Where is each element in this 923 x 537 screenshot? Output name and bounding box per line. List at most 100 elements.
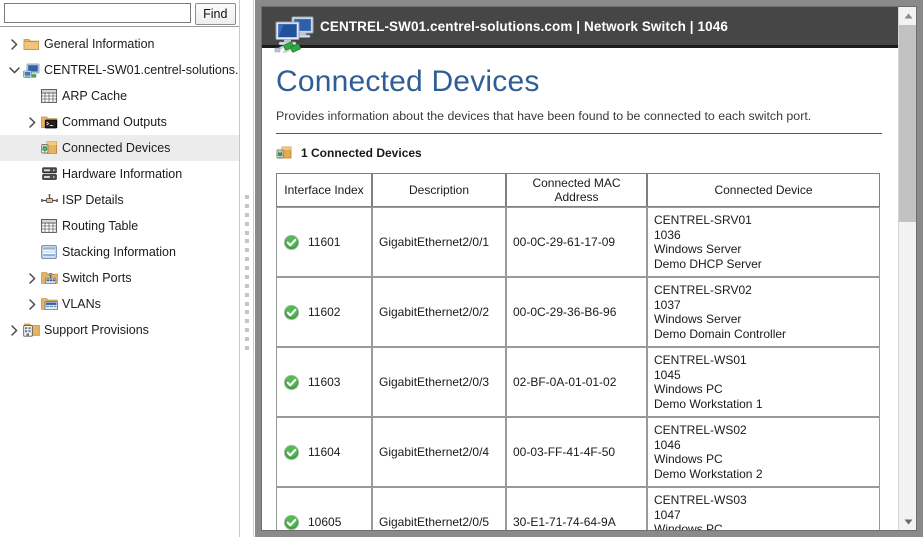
connected-devices-icon xyxy=(40,135,58,161)
chevron-down-icon[interactable] xyxy=(6,57,22,83)
cell-interface-index: 11604 xyxy=(276,417,372,487)
table-row[interactable]: 10605 GigabitEthernet2/0/5 30-E1-71-74-64-… xyxy=(276,487,880,530)
sidebar-item-command-outputs[interactable]: Command Outputs xyxy=(0,109,239,135)
search-input[interactable] xyxy=(4,3,191,23)
connected-devices-count-label: 1 Connected Devices xyxy=(301,146,422,160)
cell-connected-device: CENTREL-SRV02 1037 Windows Server Demo Doma… xyxy=(647,277,880,347)
sidebar-item-label: Hardware Information xyxy=(62,167,183,181)
cell-connected-mac-address: 00-0C-29-36-B6-96 xyxy=(506,277,647,347)
splitter-grip-dot xyxy=(244,301,249,306)
status-ok-icon xyxy=(283,304,300,321)
cell-interface-index: 11601 xyxy=(276,207,372,277)
sidebar-item-isp-details[interactable]: ISP Details xyxy=(0,187,239,213)
connected-device-line: 1037 xyxy=(654,297,681,312)
splitter-grip-dot xyxy=(244,274,249,279)
column-header-connected-mac-address[interactable]: Connected MAC Address xyxy=(506,173,647,207)
cell-description: GigabitEthernet2/0/5 xyxy=(372,487,506,530)
sidebar-item-label: ISP Details xyxy=(62,193,124,207)
table-row[interactable]: 11604 GigabitEthernet2/0/4 00-03-FF-41-4F-… xyxy=(276,417,880,487)
pane-splitter[interactable] xyxy=(240,0,254,537)
scrollbar-thumb[interactable] xyxy=(899,25,916,222)
splitter-grip-dot xyxy=(244,195,249,199)
splitter-grip-dot xyxy=(244,257,249,262)
sidebar-item-label: Routing Table xyxy=(62,219,139,233)
connected-device-line: CENTREL-SRV02 xyxy=(654,283,752,297)
cell-connected-device: CENTREL-WS031047Windows PCDemo Workstati… xyxy=(647,487,880,530)
sidebar-item-vlans[interactable]: VLANs xyxy=(0,291,239,317)
connected-device-line: CENTREL-WS02 xyxy=(654,423,747,437)
sidebar-item-routing-table[interactable]: Routing Table xyxy=(0,213,239,239)
sidebar-item-switch-ports[interactable]: Switch Ports xyxy=(0,265,239,291)
chevron-right-icon[interactable] xyxy=(24,265,40,291)
cell-interface-index: 11602 xyxy=(276,277,372,347)
chevron-right-icon[interactable] xyxy=(24,109,40,135)
cell-connected-mac-address: 02-BF-0A-01-01-02 xyxy=(506,347,647,417)
splitter-grip-dot xyxy=(244,248,249,253)
cell-interface-index: 11603 xyxy=(276,347,372,417)
connected-device-line: Demo Workstation 2 xyxy=(654,466,763,481)
splitter-grip-dot xyxy=(244,345,249,350)
sidebar-item-label: ARP Cache xyxy=(62,89,128,103)
column-header-connected-device[interactable]: Connected Device xyxy=(647,173,880,207)
cell-description: GigabitEthernet2/0/3 xyxy=(372,347,506,417)
scroll-up-button[interactable] xyxy=(899,7,916,24)
cell-description: GigabitEthernet2/0/1 xyxy=(372,207,506,277)
sidebar-item-label: Connected Devices xyxy=(62,141,171,155)
status-ok-icon xyxy=(283,234,300,251)
table-row[interactable]: 11603 GigabitEthernet2/0/3 02-BF-0A-01-01-… xyxy=(276,347,880,417)
page-description: Provides information about the devices t… xyxy=(276,109,812,123)
connected-device-line: Demo DHCP Server xyxy=(654,256,762,271)
connected-device-line: 1036 xyxy=(654,227,681,242)
table-header-row: Interface Index Description Connected MA… xyxy=(276,173,880,207)
document-title-text: CENTREL-SW01.centrel-solutions.com | Net… xyxy=(320,18,728,34)
splitter-grip[interactable] xyxy=(244,195,249,350)
interface-index-value: 11601 xyxy=(308,235,341,249)
table-row[interactable]: 11602 GigabitEthernet2/0/2 00-0C-29-36-B6-… xyxy=(276,277,880,347)
cell-interface-index: 10605 xyxy=(276,487,372,530)
interface-index-value: 11602 xyxy=(308,305,341,319)
sidebar-item-general-information[interactable]: General Information xyxy=(0,31,239,57)
sidebar-item-label: CENTREL-SW01.centrel-solutions.com xyxy=(44,63,239,77)
hardware-icon xyxy=(40,161,58,187)
sidebar-item-connected-devices[interactable]: Connected Devices xyxy=(0,135,239,161)
splitter-grip-dot xyxy=(244,283,249,288)
vlans-icon xyxy=(40,291,58,317)
connected-devices-count: 1 Connected Devices xyxy=(276,145,882,161)
chevron-right-icon[interactable] xyxy=(24,291,40,317)
document-title-bar: CENTREL-SW01.centrel-solutions.com | Net… xyxy=(262,7,898,48)
column-header-description[interactable]: Description xyxy=(372,173,506,207)
sidebar-item-support-provisions[interactable]: Support Provisions xyxy=(0,317,239,343)
sidebar-item-label: Stacking Information xyxy=(62,245,176,259)
connected-device-line: Windows Server xyxy=(654,312,742,326)
splitter-grip-dot xyxy=(244,266,249,270)
find-button[interactable]: Find xyxy=(194,3,236,25)
table-grid-icon xyxy=(40,83,58,109)
connected-device-line: Windows PC xyxy=(654,382,723,396)
document-scrollbar[interactable] xyxy=(898,7,916,530)
sidebar-item-label: General Information xyxy=(44,37,155,51)
sidebar-item-arp-cache[interactable]: ARP Cache xyxy=(0,83,239,109)
connected-device-line: Windows PC xyxy=(654,452,723,466)
sidebar-item-centrel-sw01-centrel-solutions-com[interactable]: CENTREL-SW01.centrel-solutions.com xyxy=(0,57,239,83)
cell-connected-device: CENTREL-WS01 1045 Windows PC Demo Workstati… xyxy=(647,347,880,417)
splitter-grip-dot xyxy=(244,212,249,217)
column-header-interface-index[interactable]: Interface Index xyxy=(276,173,372,207)
sidebar-item-hardware-information[interactable]: Hardware Information xyxy=(0,161,239,187)
connected-device-line: CENTREL-SRV01 xyxy=(654,213,752,227)
document-body: Connected Devices Provides information a… xyxy=(262,51,898,530)
section-divider xyxy=(276,133,882,134)
scroll-down-button[interactable] xyxy=(899,513,916,530)
network-switch-icon xyxy=(272,13,318,55)
splitter-grip-dot xyxy=(244,292,249,297)
connected-device-line: Demo Workstation 1 xyxy=(654,396,763,411)
sidebar-item-stacking-information[interactable]: Stacking Information xyxy=(0,239,239,265)
isp-icon xyxy=(40,187,58,213)
tree-pane: Find General Information CENTREL-SW01.cen… xyxy=(0,0,240,537)
chevron-right-icon[interactable] xyxy=(6,317,22,343)
interface-index-value: 10605 xyxy=(308,515,342,529)
cell-description: GigabitEthernet2/0/4 xyxy=(372,417,506,487)
chevron-right-icon[interactable] xyxy=(6,31,22,57)
table-row[interactable]: 11601 GigabitEthernet2/0/1 00-0C-29-61-17-… xyxy=(276,207,880,277)
